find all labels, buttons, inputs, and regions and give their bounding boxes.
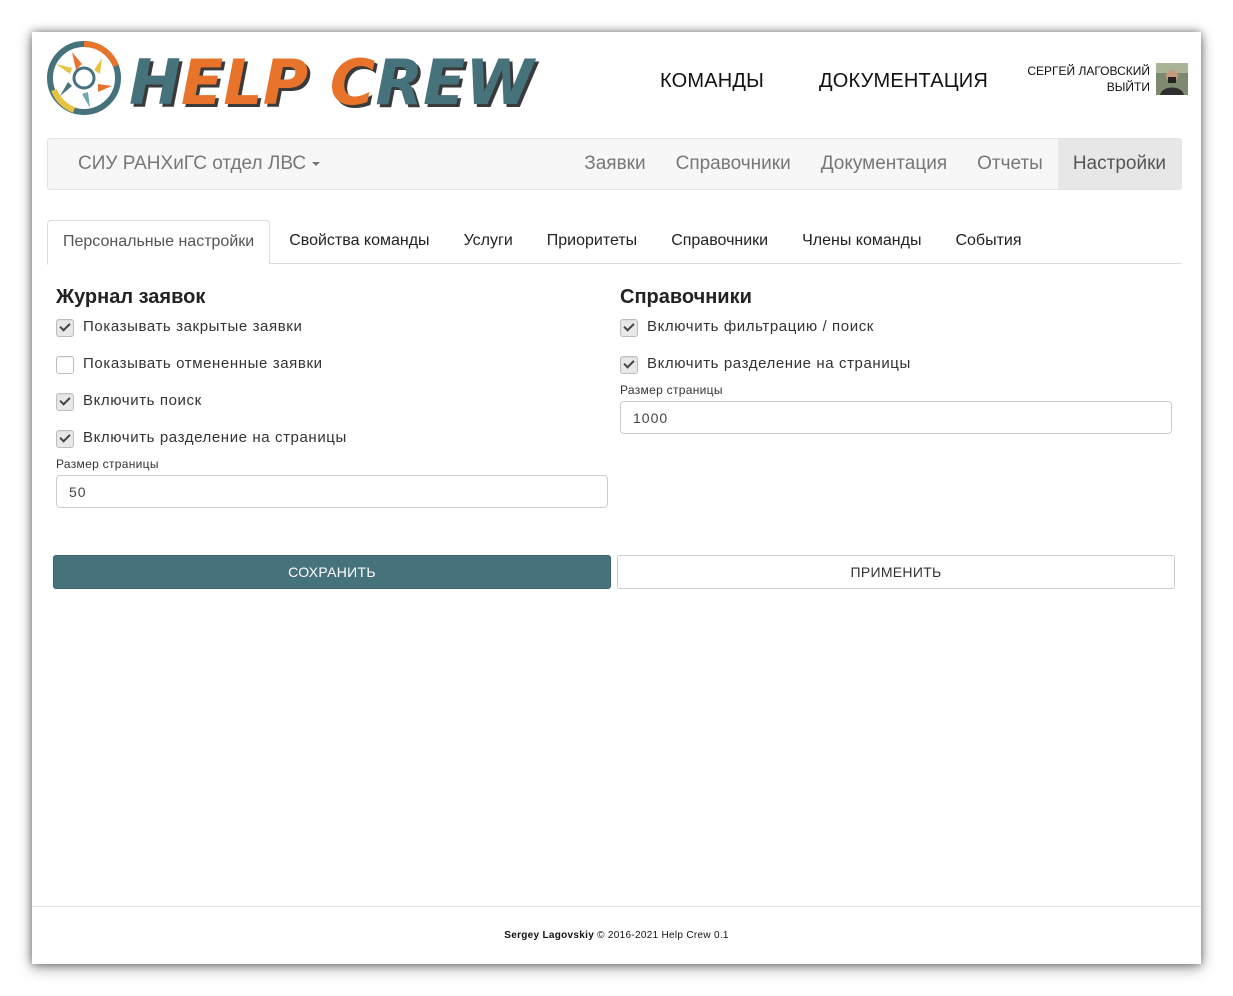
tab-team-properties[interactable]: Свойства команды [272, 220, 446, 263]
nav-teams-link[interactable]: КОМАНДЫ [660, 70, 764, 93]
user-menu: СЕРГЕЙ ЛАГОВСКИЙ ВЫЙТИ [1027, 62, 1188, 96]
enable-paging-checkbox[interactable] [56, 430, 74, 448]
save-button[interactable]: СОХРАНИТЬ [53, 555, 611, 589]
logo-emblem-icon [47, 40, 121, 115]
logout-link[interactable]: ВЫЙТИ [1027, 79, 1150, 95]
nav-documentation[interactable]: Документация [806, 139, 962, 189]
app-window: HELP CREW HELP CREW КОМАНДЫ ДОКУМЕНТАЦИЯ… [32, 32, 1201, 964]
enable-search-checkbox[interactable] [56, 393, 74, 411]
checkbox-row[interactable]: Показывать отмененные заявки [56, 351, 608, 388]
tab-personal-settings[interactable]: Персональные настройки [47, 220, 271, 265]
user-info: СЕРГЕЙ ЛАГОВСКИЙ ВЫЙТИ [1027, 63, 1150, 95]
checkbox-label: Включить разделение на страницы [83, 429, 347, 446]
checkbox-label: Включить разделение на страницы [647, 355, 911, 372]
section-title: Справочники [620, 286, 752, 308]
tab-events[interactable]: События [938, 220, 1038, 263]
checkbox-label: Включить фильтрацию / поиск [647, 318, 874, 335]
page-size-input[interactable]: 1000 [620, 401, 1172, 434]
page-size-label: Размер страницы [56, 457, 159, 471]
logo-text: HELP CREW HELP CREW [129, 46, 539, 116]
directories-settings: Справочники Включить фильтрацию / поиск … [620, 284, 1172, 434]
footer-author: Sergey Lagovskiy [504, 930, 595, 941]
nav-documentation-link[interactable]: ДОКУМЕНТАЦИЯ [819, 70, 988, 93]
checkbox-row[interactable]: Включить фильтрацию / поиск [620, 314, 1172, 351]
requests-log-settings: Журнал заявок Показывать закрытые заявки… [56, 284, 608, 508]
enable-paging-checkbox[interactable] [620, 356, 638, 374]
footer: Sergey Lagovskiy © 2016-2021 Help Crew 0… [32, 906, 1201, 965]
user-name: СЕРГЕЙ ЛАГОВСКИЙ [1027, 64, 1150, 78]
team-name: СИУ РАНХиГС отдел ЛВС [78, 153, 307, 174]
team-dropdown[interactable]: СИУ РАНХиГС отдел ЛВС [78, 153, 321, 175]
page-size-label: Размер страницы [620, 383, 723, 397]
checkbox-label: Включить поиск [83, 392, 202, 409]
checkbox-row[interactable]: Включить поиск [56, 388, 608, 425]
nav-settings[interactable]: Настройки [1057, 139, 1181, 189]
tab-team-members[interactable]: Члены команды [785, 220, 938, 263]
enable-filter-checkbox[interactable] [620, 319, 638, 337]
settings-tabs: Персональные настройки Свойства команды … [47, 220, 1181, 265]
tab-directories[interactable]: Справочники [654, 220, 785, 263]
nav-reports[interactable]: Отчеты [962, 139, 1058, 189]
svg-text:HELP CREW: HELP CREW [129, 46, 536, 116]
tab-services[interactable]: Услуги [447, 220, 530, 263]
checkbox-row[interactable]: Показывать закрытые заявки [56, 314, 608, 351]
team-navbar: СИУ РАНХиГС отдел ЛВС Заявки Справочники… [47, 138, 1182, 190]
checkbox-label: Показывать закрытые заявки [83, 318, 303, 335]
footer-copyright: © 2016-2021 Help Crew 0.1 [594, 930, 729, 941]
footer-text: Sergey Lagovskiy © 2016-2021 Help Crew 0… [32, 930, 1201, 941]
section-links: Заявки Справочники Документация Отчеты Н… [569, 139, 1181, 189]
help-crew-logo[interactable]: HELP CREW HELP CREW [46, 38, 576, 116]
caret-down-icon [312, 161, 321, 166]
nav-requests[interactable]: Заявки [569, 139, 660, 189]
avatar[interactable] [1156, 63, 1188, 95]
show-closed-checkbox[interactable] [56, 319, 74, 337]
page-size-input[interactable]: 50 [56, 475, 608, 508]
show-cancelled-checkbox[interactable] [56, 356, 74, 374]
apply-button[interactable]: ПРИМЕНИТЬ [617, 555, 1175, 589]
checkbox-label: Показывать отмененные заявки [83, 355, 323, 372]
nav-directories[interactable]: Справочники [661, 139, 806, 189]
section-title: Журнал заявок [56, 286, 206, 308]
tab-priorities[interactable]: Приоритеты [530, 220, 654, 263]
